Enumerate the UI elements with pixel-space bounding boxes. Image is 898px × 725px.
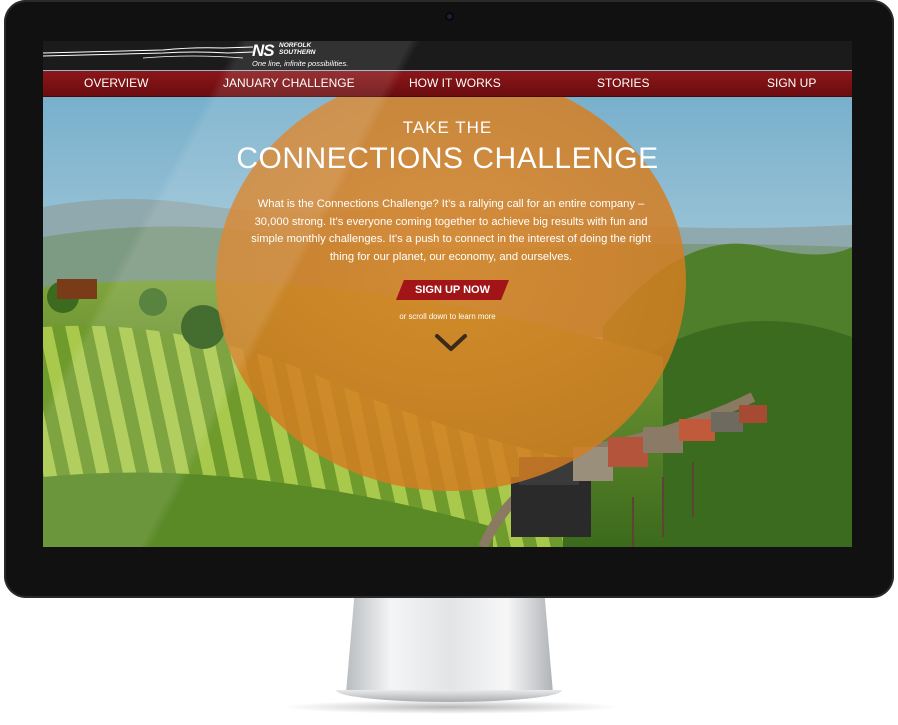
hero-title: CONNECTIONS CHALLENGE [236,142,659,175]
norfolk-southern-logo[interactable]: NS NORFOLK SOUTHERN One line, infinite p… [252,42,362,70]
nav-item-stories[interactable]: STORIES [597,71,649,96]
scroll-hint: or scroll down to learn more [399,312,496,321]
logo-tagline: One line, infinite possibilities. [252,59,349,68]
nav-item-january-challenge[interactable]: JANUARY CHALLENGE [223,71,355,96]
logo-mark: NS [252,41,275,60]
top-bar: NS NORFOLK SOUTHERN One line, infinite p… [43,41,852,70]
website-screen: NS NORFOLK SOUTHERN One line, infinite p… [43,41,852,547]
camera-icon [445,12,454,21]
main-nav: OVERVIEW JANUARY CHALLENGE HOW IT WORKS … [43,71,852,97]
monitor-stand [346,597,553,693]
hero-description: What is the Connections Challenge? It’s … [251,198,651,263]
chevron-down-icon[interactable] [434,333,468,353]
nav-item-sign-up[interactable]: SIGN UP [767,71,816,96]
hero-kicker: TAKE THE [402,118,493,137]
logo-name: NORFOLK SOUTHERN [279,42,316,56]
floor-shadow [280,700,620,714]
sign-up-now-button[interactable]: SIGN UP NOW [396,280,509,300]
nav-item-how-it-works[interactable]: HOW IT WORKS [409,71,501,96]
rail-lines-graphic [43,46,253,59]
nav-item-overview[interactable]: OVERVIEW [84,71,148,96]
